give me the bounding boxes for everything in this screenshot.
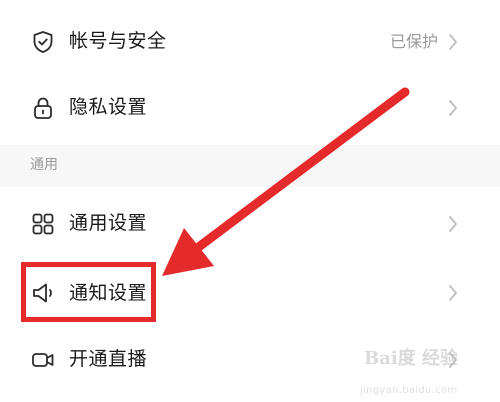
watermark: Bai度 经验 jingyan.baidu.com [360, 350, 490, 396]
settings-item-account-security[interactable]: 帐号与安全 已保护 [0, 14, 500, 70]
chevron-right-icon [446, 98, 460, 118]
section-header-general: 通用 [0, 145, 500, 187]
protection-status: 已保护 [389, 32, 438, 51]
video-camera-icon [30, 347, 56, 373]
highlight-box [21, 262, 156, 322]
settings-item-privacy[interactable]: 隐私设置 [0, 80, 500, 136]
chevron-right-icon [446, 214, 460, 234]
settings-item-label: 通用设置 [69, 212, 148, 234]
settings-item-label: 开通直播 [69, 348, 148, 370]
settings-item-label: 隐私设置 [69, 96, 148, 118]
settings-screen: 帐号与安全 已保护 隐私设置 通用 通用设置 通知设置 开通直播 Bai度 经验… [0, 0, 500, 402]
section-title: 通用 [30, 157, 58, 173]
shield-icon [30, 29, 56, 55]
chevron-right-icon [446, 32, 460, 52]
settings-item-label: 帐号与安全 [69, 30, 167, 52]
watermark-brand: Bai度 经验 [364, 348, 458, 369]
lock-icon [30, 95, 56, 121]
settings-item-general[interactable]: 通用设置 [0, 196, 500, 252]
watermark-url: jingyan.baidu.com [360, 385, 458, 396]
chevron-right-icon [446, 283, 460, 303]
grid-icon [30, 211, 56, 237]
